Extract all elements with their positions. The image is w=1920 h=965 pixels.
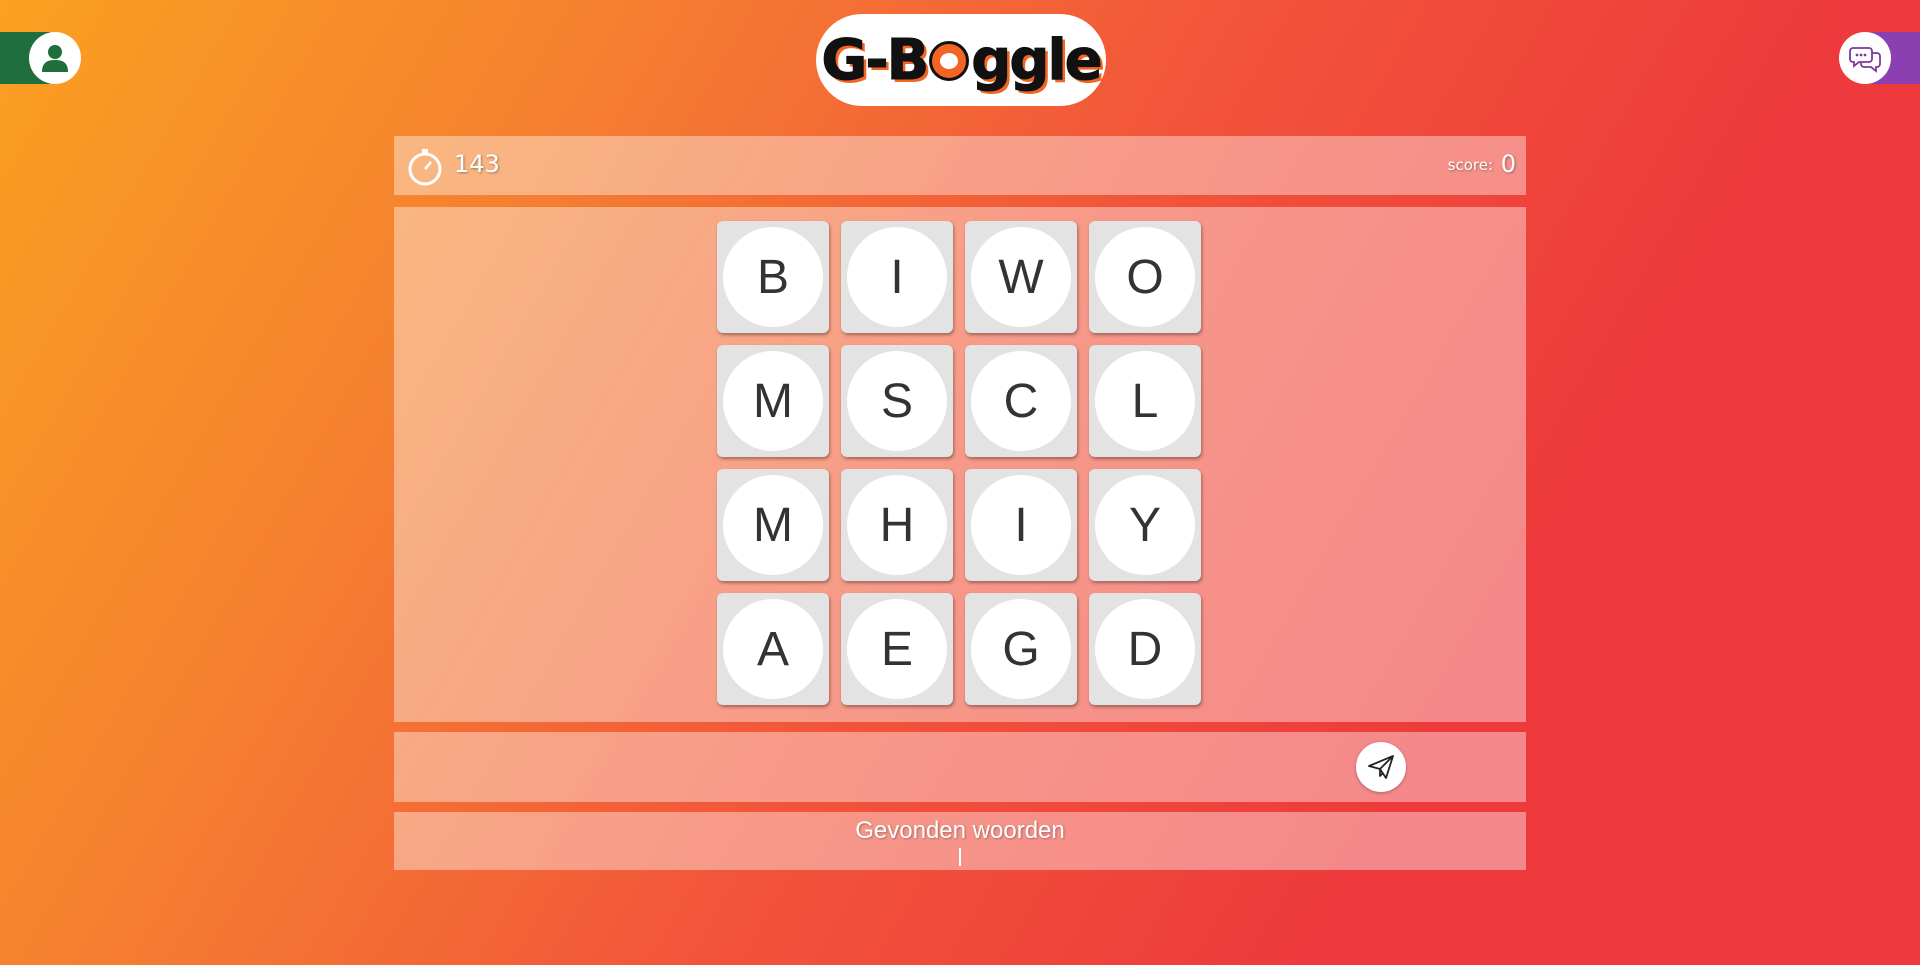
tile-letter: M [723, 475, 823, 575]
tile-letter: Y [1095, 475, 1195, 575]
word-input-bar [394, 732, 1526, 802]
letter-tile[interactable]: M [717, 345, 829, 457]
letter-tile[interactable]: A [717, 593, 829, 705]
tile-letter: E [847, 599, 947, 699]
letter-tile[interactable]: O [1089, 221, 1201, 333]
letter-tile[interactable]: W [965, 221, 1077, 333]
tile-letter: L [1095, 351, 1195, 451]
tile-letter: H [847, 475, 947, 575]
tile-letter: D [1095, 599, 1195, 699]
letter-tile[interactable]: Y [1089, 469, 1201, 581]
letter-tile[interactable]: S [841, 345, 953, 457]
found-words-list [959, 848, 961, 866]
letter-tile[interactable]: I [841, 221, 953, 333]
found-words-title: Gevonden woorden [855, 817, 1065, 844]
tile-letter: S [847, 351, 947, 451]
letter-tile[interactable]: E [841, 593, 953, 705]
logo-text-end: ggle [971, 27, 1103, 93]
letter-tile[interactable]: L [1089, 345, 1201, 457]
chat-button[interactable] [1839, 32, 1891, 84]
tile-letter: A [723, 599, 823, 699]
chat-bubbles-icon [1849, 47, 1881, 73]
tile-letter: O [1095, 227, 1195, 327]
letter-tile[interactable]: B [717, 221, 829, 333]
tile-letter: I [847, 227, 947, 327]
letter-tile[interactable]: H [841, 469, 953, 581]
tile-letter: W [971, 227, 1071, 327]
profile-button[interactable] [29, 32, 81, 84]
letter-tile[interactable]: G [965, 593, 1077, 705]
user-icon [42, 45, 68, 72]
send-button[interactable] [1356, 742, 1406, 792]
stopwatch-icon [408, 149, 442, 186]
tile-letter: C [971, 351, 1071, 451]
board-panel: B I W O M S C L M H I Y A E G D [394, 207, 1526, 722]
timer-value: 143 [454, 150, 500, 178]
letter-tile[interactable]: C [965, 345, 1077, 457]
score-value: 0 [1500, 150, 1516, 178]
logo-face-icon [929, 40, 970, 81]
letter-tile[interactable]: I [965, 469, 1077, 581]
word-input[interactable] [394, 732, 1334, 802]
tile-letter: B [723, 227, 823, 327]
letter-tile[interactable]: D [1089, 593, 1201, 705]
tile-letter: M [723, 351, 823, 451]
app-logo: G-B ggle [820, 18, 1103, 102]
found-words-panel: Gevonden woorden [394, 812, 1526, 870]
paper-plane-icon [1368, 755, 1394, 779]
tile-letter: I [971, 475, 1071, 575]
letter-grid: B I W O M S C L M H I Y A E G D [717, 221, 1201, 705]
status-bar: 143 score: 0 [394, 136, 1526, 195]
logo-text-start: G-B [821, 27, 930, 93]
letter-tile[interactable]: M [717, 469, 829, 581]
score-label: score: [1447, 156, 1493, 174]
tile-letter: G [971, 599, 1071, 699]
